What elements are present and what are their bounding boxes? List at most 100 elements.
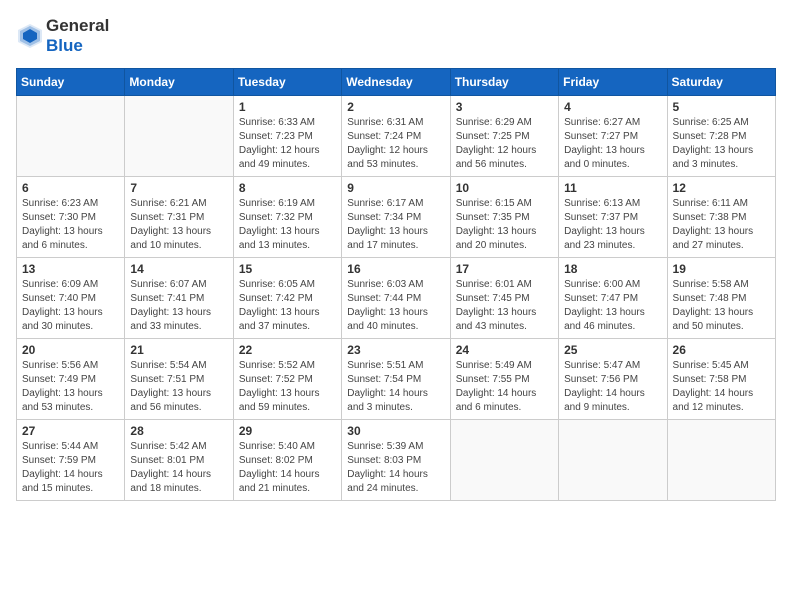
calendar-cell: 21 Sunrise: 5:54 AM Sunset: 7:51 PM Dayli… xyxy=(125,339,233,420)
calendar-cell: 9 Sunrise: 6:17 AM Sunset: 7:34 PM Daylig… xyxy=(342,177,450,258)
day-header-sunday: Sunday xyxy=(17,69,125,96)
calendar-cell xyxy=(559,420,667,501)
day-info: Sunrise: 6:27 AM Sunset: 7:27 PM Dayligh… xyxy=(564,116,661,172)
calendar-cell: 26 Sunrise: 5:45 AM Sunset: 7:58 PM Dayli… xyxy=(667,339,775,420)
day-number: 21 xyxy=(130,343,227,357)
day-number: 17 xyxy=(456,262,553,276)
calendar-cell: 14 Sunrise: 6:07 AM Sunset: 7:41 PM Dayli… xyxy=(125,258,233,339)
day-info: Sunrise: 6:25 AM Sunset: 7:28 PM Dayligh… xyxy=(673,116,770,172)
day-info: Sunrise: 5:56 AM Sunset: 7:49 PM Dayligh… xyxy=(22,359,119,415)
day-header-thursday: Thursday xyxy=(450,69,558,96)
day-number: 29 xyxy=(239,424,336,438)
day-info: Sunrise: 6:15 AM Sunset: 7:35 PM Dayligh… xyxy=(456,197,553,253)
day-number: 14 xyxy=(130,262,227,276)
calendar-cell: 23 Sunrise: 5:51 AM Sunset: 7:54 PM Dayli… xyxy=(342,339,450,420)
day-info: Sunrise: 5:51 AM Sunset: 7:54 PM Dayligh… xyxy=(347,359,444,415)
day-info: Sunrise: 6:23 AM Sunset: 7:30 PM Dayligh… xyxy=(22,197,119,253)
day-info: Sunrise: 6:29 AM Sunset: 7:25 PM Dayligh… xyxy=(456,116,553,172)
calendar-week-row: 27Sunrise: 5:44 AM Sunset: 7:59 PM Dayli… xyxy=(17,420,776,501)
calendar-cell: 25 Sunrise: 5:47 AM Sunset: 7:56 PM Dayli… xyxy=(559,339,667,420)
day-info: Sunrise: 5:47 AM Sunset: 7:56 PM Dayligh… xyxy=(564,359,661,415)
calendar-week-row: 20Sunrise: 5:56 AM Sunset: 7:49 PM Dayli… xyxy=(17,339,776,420)
day-info: Sunrise: 6:21 AM Sunset: 7:31 PM Dayligh… xyxy=(130,197,227,253)
day-info: Sunrise: 6:05 AM Sunset: 7:42 PM Dayligh… xyxy=(239,278,336,334)
calendar-table: SundayMondayTuesdayWednesdayThursdayFrid… xyxy=(16,68,776,501)
calendar-cell: 19 Sunrise: 5:58 AM Sunset: 7:48 PM Dayli… xyxy=(667,258,775,339)
day-number: 30 xyxy=(347,424,444,438)
day-number: 28 xyxy=(130,424,227,438)
calendar-cell: 13 Sunrise: 6:09 AM Sunset: 7:40 PM Dayli… xyxy=(17,258,125,339)
logo-blue-text: Blue xyxy=(46,36,83,55)
day-info: Sunrise: 6:17 AM Sunset: 7:34 PM Dayligh… xyxy=(347,197,444,253)
day-info: Sunrise: 5:52 AM Sunset: 7:52 PM Dayligh… xyxy=(239,359,336,415)
day-header-saturday: Saturday xyxy=(667,69,775,96)
calendar-week-row: 1Sunrise: 6:33 AM Sunset: 7:23 PM Daylig… xyxy=(17,96,776,177)
calendar-cell: 15 Sunrise: 6:05 AM Sunset: 7:42 PM Dayli… xyxy=(233,258,341,339)
day-info: Sunrise: 6:09 AM Sunset: 7:40 PM Dayligh… xyxy=(22,278,119,334)
day-number: 22 xyxy=(239,343,336,357)
day-header-friday: Friday xyxy=(559,69,667,96)
logo-icon xyxy=(16,22,44,50)
calendar-cell: 28Sunrise: 5:42 AM Sunset: 8:01 PM Dayli… xyxy=(125,420,233,501)
day-info: Sunrise: 6:33 AM Sunset: 7:23 PM Dayligh… xyxy=(239,116,336,172)
calendar-cell: 1Sunrise: 6:33 AM Sunset: 7:23 PM Daylig… xyxy=(233,96,341,177)
day-info: Sunrise: 6:00 AM Sunset: 7:47 PM Dayligh… xyxy=(564,278,661,334)
calendar-cell: 4 Sunrise: 6:27 AM Sunset: 7:27 PM Daylig… xyxy=(559,96,667,177)
day-info: Sunrise: 6:13 AM Sunset: 7:37 PM Dayligh… xyxy=(564,197,661,253)
day-number: 16 xyxy=(347,262,444,276)
day-number: 7 xyxy=(130,181,227,195)
page-header: General Blue xyxy=(16,16,776,56)
day-info: Sunrise: 5:49 AM Sunset: 7:55 PM Dayligh… xyxy=(456,359,553,415)
day-number: 18 xyxy=(564,262,661,276)
calendar-cell: 10Sunrise: 6:15 AM Sunset: 7:35 PM Dayli… xyxy=(450,177,558,258)
day-number: 19 xyxy=(673,262,770,276)
day-info: Sunrise: 6:31 AM Sunset: 7:24 PM Dayligh… xyxy=(347,116,444,172)
day-header-wednesday: Wednesday xyxy=(342,69,450,96)
calendar-cell xyxy=(17,96,125,177)
day-number: 8 xyxy=(239,181,336,195)
calendar-cell: 3 Sunrise: 6:29 AM Sunset: 7:25 PM Daylig… xyxy=(450,96,558,177)
day-number: 25 xyxy=(564,343,661,357)
day-info: Sunrise: 5:39 AM Sunset: 8:03 PM Dayligh… xyxy=(347,440,444,496)
day-number: 15 xyxy=(239,262,336,276)
day-info: Sunrise: 6:01 AM Sunset: 7:45 PM Dayligh… xyxy=(456,278,553,334)
day-number: 5 xyxy=(673,100,770,114)
calendar-cell: 2 Sunrise: 6:31 AM Sunset: 7:24 PM Daylig… xyxy=(342,96,450,177)
calendar-week-row: 13 Sunrise: 6:09 AM Sunset: 7:40 PM Dayli… xyxy=(17,258,776,339)
logo: General Blue xyxy=(16,16,109,56)
day-number: 13 xyxy=(22,262,119,276)
day-number: 26 xyxy=(673,343,770,357)
day-number: 12 xyxy=(673,181,770,195)
day-number: 2 xyxy=(347,100,444,114)
calendar-cell xyxy=(450,420,558,501)
day-info: Sunrise: 6:11 AM Sunset: 7:38 PM Dayligh… xyxy=(673,197,770,253)
day-info: Sunrise: 5:40 AM Sunset: 8:02 PM Dayligh… xyxy=(239,440,336,496)
day-number: 23 xyxy=(347,343,444,357)
day-number: 24 xyxy=(456,343,553,357)
calendar-cell: 20Sunrise: 5:56 AM Sunset: 7:49 PM Dayli… xyxy=(17,339,125,420)
calendar-cell: 17 Sunrise: 6:01 AM Sunset: 7:45 PM Dayli… xyxy=(450,258,558,339)
day-number: 9 xyxy=(347,181,444,195)
day-number: 3 xyxy=(456,100,553,114)
calendar-cell: 5 Sunrise: 6:25 AM Sunset: 7:28 PM Daylig… xyxy=(667,96,775,177)
calendar-cell: 30 Sunrise: 5:39 AM Sunset: 8:03 PM Dayli… xyxy=(342,420,450,501)
day-number: 11 xyxy=(564,181,661,195)
day-info: Sunrise: 5:58 AM Sunset: 7:48 PM Dayligh… xyxy=(673,278,770,334)
calendar-header-row: SundayMondayTuesdayWednesdayThursdayFrid… xyxy=(17,69,776,96)
calendar-cell: 27Sunrise: 5:44 AM Sunset: 7:59 PM Dayli… xyxy=(17,420,125,501)
calendar-cell: 18 Sunrise: 6:00 AM Sunset: 7:47 PM Dayli… xyxy=(559,258,667,339)
day-info: Sunrise: 6:07 AM Sunset: 7:41 PM Dayligh… xyxy=(130,278,227,334)
calendar-cell: 6 Sunrise: 6:23 AM Sunset: 7:30 PM Daylig… xyxy=(17,177,125,258)
calendar-cell xyxy=(125,96,233,177)
day-number: 6 xyxy=(22,181,119,195)
calendar-cell: 16Sunrise: 6:03 AM Sunset: 7:44 PM Dayli… xyxy=(342,258,450,339)
calendar-cell: 11 Sunrise: 6:13 AM Sunset: 7:37 PM Dayli… xyxy=(559,177,667,258)
day-header-monday: Monday xyxy=(125,69,233,96)
calendar-cell: 29 Sunrise: 5:40 AM Sunset: 8:02 PM Dayli… xyxy=(233,420,341,501)
calendar-cell xyxy=(667,420,775,501)
calendar-cell: 24 Sunrise: 5:49 AM Sunset: 7:55 PM Dayli… xyxy=(450,339,558,420)
day-info: Sunrise: 5:54 AM Sunset: 7:51 PM Dayligh… xyxy=(130,359,227,415)
day-info: Sunrise: 5:45 AM Sunset: 7:58 PM Dayligh… xyxy=(673,359,770,415)
calendar-cell: 22 Sunrise: 5:52 AM Sunset: 7:52 PM Dayli… xyxy=(233,339,341,420)
day-number: 4 xyxy=(564,100,661,114)
